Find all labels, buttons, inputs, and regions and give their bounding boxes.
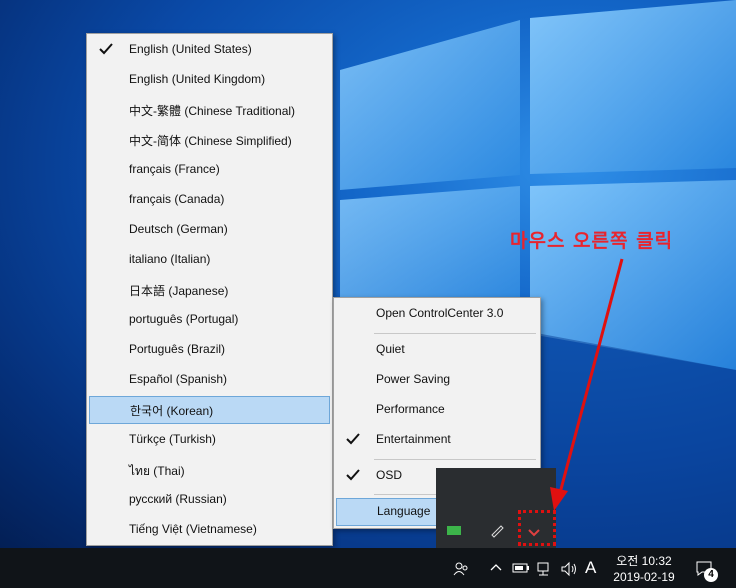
people-icon[interactable] <box>452 560 470 578</box>
language-menu: English (United States) English (United K… <box>86 33 333 546</box>
highlight-box <box>518 510 556 546</box>
menu-quiet[interactable]: Quiet <box>336 336 538 364</box>
language-item[interactable]: русский (Russian) <box>89 486 330 514</box>
language-item-label: italiano (Italian) <box>129 252 211 266</box>
language-item-label: Español (Spanish) <box>129 372 228 386</box>
checkmark-icon <box>346 433 360 445</box>
ime-indicator[interactable]: A <box>585 558 596 578</box>
language-item[interactable]: français (France) <box>89 156 330 184</box>
volume-icon[interactable] <box>560 560 578 578</box>
language-item-label: 中文-简体 (Chinese Simplified) <box>129 134 292 148</box>
language-item-label: Deutsch (German) <box>129 222 228 236</box>
language-item-label: English (United States) <box>129 42 252 56</box>
language-item[interactable]: English (United Kingdom) <box>89 66 330 94</box>
language-item-label: 中文-繁體 (Chinese Traditional) <box>129 104 296 118</box>
language-item-label: 한국어 (Korean) <box>130 404 214 418</box>
menu-performance-label: Performance <box>376 402 445 416</box>
menu-entertainment[interactable]: Entertainment <box>336 426 538 454</box>
menu-open-controlcenter-label: Open ControlCenter 3.0 <box>376 306 504 320</box>
chevron-up-icon[interactable] <box>489 561 503 575</box>
language-item[interactable]: Türkçe (Turkish) <box>89 426 330 454</box>
language-item-label: Türkçe (Turkish) <box>129 432 216 446</box>
checkmark-icon <box>99 43 113 55</box>
menu-power-saving[interactable]: Power Saving <box>336 366 538 394</box>
menu-entertainment-label: Entertainment <box>376 432 451 446</box>
language-item[interactable]: Tiếng Việt (Vietnamese) <box>89 516 330 544</box>
language-item-label: English (United Kingdom) <box>129 72 266 86</box>
language-item[interactable]: italiano (Italian) <box>89 246 330 274</box>
annotation-arrow <box>550 258 624 511</box>
menu-separator <box>374 459 536 460</box>
language-item-label: Português (Brazil) <box>129 342 226 356</box>
language-item[interactable]: français (Canada) <box>89 186 330 214</box>
language-item-label: français (France) <box>129 162 220 176</box>
language-item-label: 日本語 (Japanese) <box>129 284 229 298</box>
language-item[interactable]: ไทย (Thai) <box>89 456 330 484</box>
language-item-label: Tiếng Việt (Vietnamese) <box>129 522 257 536</box>
menu-power-saving-label: Power Saving <box>376 372 451 386</box>
notification-count: 4 <box>704 568 718 582</box>
menu-performance[interactable]: Performance <box>336 396 538 424</box>
language-item[interactable]: 中文-简体 (Chinese Simplified) <box>89 126 330 154</box>
menu-open-controlcenter[interactable]: Open ControlCenter 3.0 <box>336 300 538 328</box>
pen-tray-icon[interactable] <box>488 520 508 540</box>
taskbar-clock[interactable]: 오전 10:32 2019-02-19 <box>604 553 684 585</box>
language-item-label: русский (Russian) <box>129 492 227 506</box>
app-tray-icon[interactable] <box>444 520 464 540</box>
network-icon[interactable] <box>536 560 554 578</box>
language-item[interactable]: English (United States) <box>89 36 330 64</box>
language-item[interactable]: Português (Brazil) <box>89 336 330 364</box>
language-item[interactable]: Deutsch (German) <box>89 216 330 244</box>
language-item-label: français (Canada) <box>129 192 225 206</box>
language-item[interactable]: 日本語 (Japanese) <box>89 276 330 304</box>
battery-icon[interactable] <box>511 560 531 576</box>
menu-quiet-label: Quiet <box>376 342 405 356</box>
menu-osd-label: OSD <box>376 468 403 482</box>
annotation-text: 마우스 오른쪽 클릭 <box>510 230 674 252</box>
notification-button[interactable]: 4 <box>692 556 720 584</box>
language-item[interactable]: 한국어 (Korean) <box>89 396 330 424</box>
language-item[interactable]: 中文-繁體 (Chinese Traditional) <box>89 96 330 124</box>
language-item-label: português (Portugal) <box>129 312 239 326</box>
menu-separator <box>374 333 536 334</box>
checkmark-icon <box>346 469 360 481</box>
language-item-label: ไทย (Thai) <box>129 464 185 478</box>
clock-time: 오전 10:32 <box>616 554 672 568</box>
language-item[interactable]: Español (Spanish) <box>89 366 330 394</box>
clock-date: 2019-02-19 <box>613 570 675 584</box>
menu-language-label: Language <box>377 504 431 518</box>
language-item[interactable]: português (Portugal) <box>89 306 330 334</box>
